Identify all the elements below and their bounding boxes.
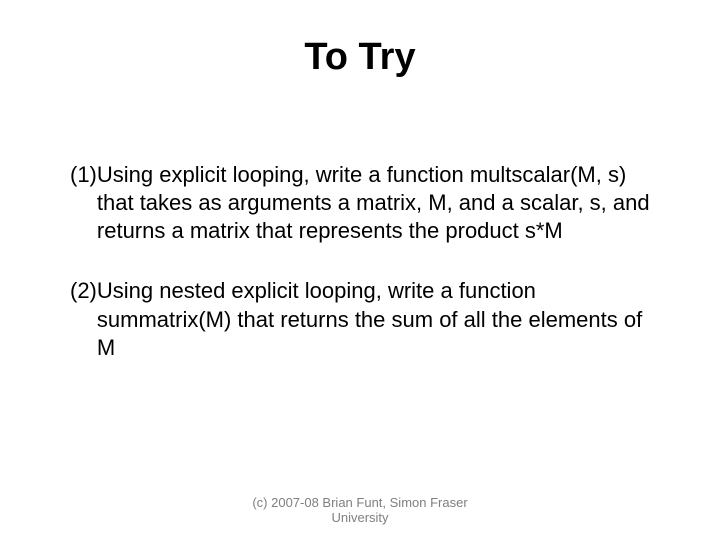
item-number: (2) <box>70 277 97 361</box>
item-text: Using explicit looping, write a function… <box>97 161 650 245</box>
list-item: (2) Using nested explicit looping, write… <box>70 277 650 361</box>
slide: To Try (1) Using explicit looping, write… <box>0 0 720 540</box>
list-item: (1) Using explicit looping, write a func… <box>70 161 650 245</box>
footer-line: (c) 2007-08 Brian Funt, Simon Fraser <box>0 495 720 511</box>
item-number: (1) <box>70 161 97 245</box>
item-text: Using nested explicit looping, write a f… <box>97 277 650 361</box>
footer: (c) 2007-08 Brian Funt, Simon Fraser Uni… <box>0 495 720 526</box>
slide-title: To Try <box>70 36 650 79</box>
footer-line: University <box>0 510 720 526</box>
